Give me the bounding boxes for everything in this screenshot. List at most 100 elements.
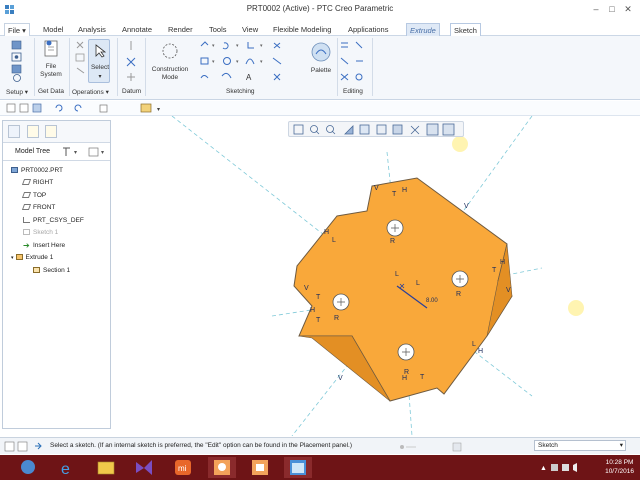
close-icon[interactable]: ✕ [622,3,634,15]
system-tray-icons[interactable]: ▲ [540,462,588,473]
dimension-value: 8.00 [426,298,438,304]
creo-icon-2[interactable] [246,457,274,478]
group-sketching-label: Sketching [226,88,255,95]
windows-start-icon[interactable] [14,457,42,478]
group-datum-label: Datum [122,88,142,95]
file-system-icon[interactable] [42,39,62,59]
model-tree-header: Model Tree ▾ ▾ [3,143,110,161]
datum-plane-icon [21,179,32,185]
ie-icon[interactable]: e [54,457,82,478]
tab-render[interactable]: Render [165,23,196,36]
sketching-tools-icons[interactable]: A ▾ ▾ ▾ ▾ ▾ ▾ [198,40,298,86]
svg-text:▾: ▾ [101,150,104,156]
construction-mode-icon[interactable] [160,41,180,61]
palette-icon[interactable] [310,41,332,63]
svg-text:▾: ▾ [236,43,239,49]
file-menu-button[interactable]: File ▾ [4,23,30,36]
tree-item-right[interactable]: RIGHT [21,179,53,186]
group-get-data-label: Get Data [38,88,65,95]
section-icon [33,267,40,273]
construction-mode-button[interactable]: Construction Mode [148,66,192,82]
tree-item-front[interactable]: FRONT [21,204,55,211]
divider [69,38,70,96]
svg-text:H: H [310,307,315,314]
svg-text:V: V [304,285,309,292]
model-view[interactable]: V TH R HL V LL 8.00 R HT VT HT R RH T LH… [112,115,640,437]
tab-annotate[interactable]: Annotate [119,23,155,36]
tree-settings-icon[interactable]: ▾ ▾ [61,146,109,158]
group-setup-label[interactable]: Setup ▾ [6,88,28,96]
graphics-window[interactable]: V TH R HL V LL 8.00 R HT VT HT R RH T LH… [112,115,640,437]
svg-text:▾: ▾ [157,107,160,113]
creo-icon[interactable] [208,457,236,478]
view-toolbar [288,121,464,137]
selection-filter-dropdown[interactable]: Sketch ▾ [534,440,626,451]
model-tree-panel: Model Tree ▾ ▾ PRT0002.PRT RIGHT TOP FRO… [2,120,111,429]
status-icons[interactable] [4,441,44,452]
select-button[interactable]: Select ▾ [88,39,110,83]
file-system-button[interactable]: File System [35,63,67,79]
svg-text:L: L [472,341,476,348]
tree-item-part[interactable]: PRT0002.PRT [11,167,63,174]
minimize-icon[interactable]: – [590,3,602,15]
divider [34,38,35,96]
palette-button[interactable]: Palette [304,67,338,75]
svg-text:▾: ▾ [260,59,263,65]
svg-text:V: V [338,375,343,382]
quick-access-icons[interactable]: ▾ [6,103,166,114]
extruded-part[interactable] [293,177,513,402]
mi-icon[interactable]: mi [170,457,198,478]
svg-text:▾: ▾ [260,43,263,49]
tab-extrude[interactable]: Extrude [406,23,440,36]
tab-sketch[interactable]: Sketch [450,23,481,36]
chevron-down-icon: ▾ [619,442,623,449]
status-message: Select a sketch. (If an internal sketch … [50,442,352,449]
system-clock[interactable]: 10:28 PM 10/7/2016 [605,458,634,476]
tree-item-csys[interactable]: PRT_CSYS_DEF [23,217,84,224]
csys-icon [23,217,30,223]
svg-text:T: T [492,267,497,274]
model-tree-tab-icon[interactable] [8,125,20,138]
tree-item-section[interactable]: Section 1 [33,267,70,274]
svg-text:L: L [416,280,420,287]
datum-icons[interactable] [124,40,138,86]
group-operations-label[interactable]: Operations ▾ [72,88,109,96]
svg-text:T: T [420,374,425,381]
tab-flexible-modeling[interactable]: Flexible Modeling [270,23,334,36]
tab-applications[interactable]: Applications [345,23,391,36]
visual-studio-icon[interactable] [130,457,158,478]
file-explorer-icon[interactable] [92,457,120,478]
select-arrow-icon [95,44,106,58]
svg-text:R: R [456,291,461,298]
favorites-tab-icon[interactable] [45,125,57,138]
svg-text:H: H [402,187,407,194]
expand-toggle-icon[interactable]: ▾ [11,255,14,261]
operations-icons[interactable] [74,40,88,86]
window-icon[interactable] [284,457,312,478]
tree-item-top[interactable]: TOP [21,192,46,199]
navigator-tabs [3,121,110,143]
tab-view[interactable]: View [239,23,261,36]
divider [337,38,338,96]
setup-tools-icons[interactable] [10,40,26,86]
tab-tools[interactable]: Tools [206,23,230,36]
folder-browser-tab-icon[interactable] [27,125,39,138]
svg-text:e: e [61,461,70,478]
svg-text:H: H [478,348,483,355]
editing-icons[interactable] [338,40,370,86]
svg-text:T: T [392,191,397,198]
tab-analysis[interactable]: Analysis [75,23,109,36]
tree-item-extrude[interactable]: ▾ Extrude 1 [11,254,53,261]
svg-text:R: R [334,315,339,322]
svg-text:mi: mi [178,464,187,473]
part-icon [11,167,18,173]
constraint-v: V [374,185,379,192]
tree-item-insert-here[interactable]: ➔ Insert Here [23,241,65,250]
insert-arrow-icon: ➔ [23,241,30,250]
ribbon-tabs: File ▾ Model Analysis Annotate Render To… [0,22,640,36]
maximize-icon[interactable]: □ [606,3,618,15]
view-toolbar-icons[interactable] [289,122,465,138]
tab-model[interactable]: Model [40,23,66,36]
tree-item-sketch[interactable]: Sketch 1 [23,229,58,236]
select-label: Select [90,64,110,71]
